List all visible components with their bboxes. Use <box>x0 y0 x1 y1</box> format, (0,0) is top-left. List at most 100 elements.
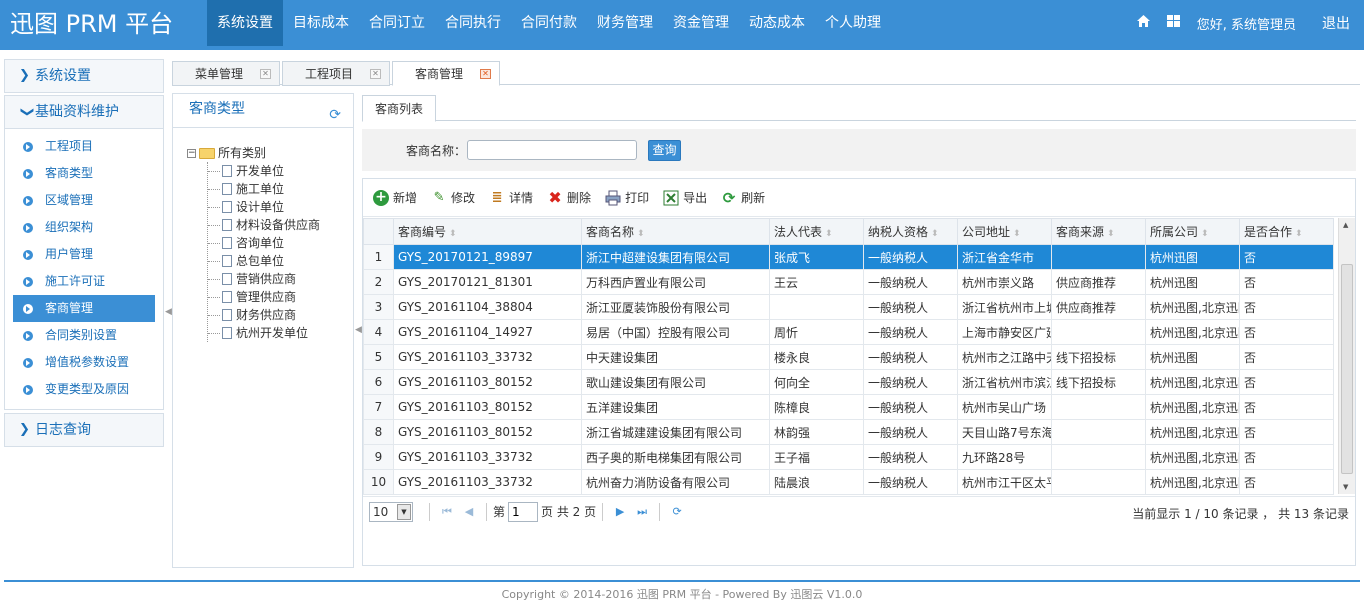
menu-item-org[interactable]: 组织架构 <box>13 214 155 241</box>
table-cell: 浙江省杭州市上城 <box>957 294 1052 320</box>
tree-node[interactable]: 材料设备供应商 <box>208 216 320 234</box>
collapse-left-icon[interactable]: ◀ <box>165 307 172 317</box>
tree-node[interactable]: 营销供应商 <box>208 270 320 288</box>
menu-item-permit[interactable]: 施工许可证 <box>13 268 155 295</box>
print-button[interactable]: 打印 <box>605 189 649 206</box>
menu-item-vat[interactable]: 增值税参数设置 <box>13 349 155 376</box>
tree-node[interactable]: 设计单位 <box>208 198 320 216</box>
menu-item-merchant[interactable]: 客商管理 <box>13 295 155 322</box>
topnav-item-finance[interactable]: 财务管理 <box>587 0 663 46</box>
close-icon[interactable]: ✕ <box>480 69 491 79</box>
menu-item-merchant-type[interactable]: 客商类型 <box>13 160 155 187</box>
column-header[interactable]: 公司地址 ⬍ <box>957 218 1052 245</box>
menu-head-basic[interactable]: ❯ 基础资料维护 <box>4 95 164 129</box>
menu-item-change-type[interactable]: 变更类型及原因 <box>13 376 155 403</box>
logout-link[interactable]: 退出 <box>1312 13 1364 33</box>
prev-page-icon[interactable]: ◀ <box>458 505 480 518</box>
scroll-down-icon[interactable]: ▼ <box>1343 483 1348 491</box>
tree-node[interactable]: 开发单位 <box>208 162 320 180</box>
menu-item-contract-category[interactable]: 合同类别设置 <box>13 322 155 349</box>
collapse-node-icon[interactable]: − <box>187 148 196 158</box>
delete-button[interactable]: ✖ 删除 <box>547 189 591 206</box>
menu-item-region[interactable]: 区域管理 <box>13 187 155 214</box>
tree-node[interactable]: 管理供应商 <box>208 288 320 306</box>
page-size-select[interactable]: 10 ▼ <box>369 501 413 522</box>
topnav-item-dynamic-cost[interactable]: 动态成本 <box>739 0 815 46</box>
app-title: 迅图 PRM 平台 <box>10 10 174 38</box>
topnav-item-contract-exec[interactable]: 合同执行 <box>435 0 511 46</box>
edit-button[interactable]: ✎ 修改 <box>431 189 475 206</box>
tab-menu-manage[interactable]: 菜单管理 ✕ <box>172 61 280 86</box>
table-row[interactable]: 9 GYS_20161103_33732 西子奥的斯电梯集团有限公司 王子福 一般纳税人… <box>363 444 1334 470</box>
table-row[interactable]: 10 GYS_20161103_33732 杭州奋力消防设备有限公司 陆晨浪 一般纳税人… <box>363 469 1334 495</box>
topnav-item-target-cost[interactable]: 目标成本 <box>283 0 359 46</box>
vertical-scrollbar[interactable]: ▲ ▼ <box>1338 218 1355 494</box>
file-icon <box>222 237 232 249</box>
add-button[interactable]: + 新增 <box>373 189 417 206</box>
close-icon[interactable]: ✕ <box>260 69 271 79</box>
topnav-item-contract-sign[interactable]: 合同订立 <box>359 0 435 46</box>
column-header[interactable]: 是否合作 ⬍ <box>1239 218 1334 245</box>
export-button[interactable]: 导出 <box>663 189 707 206</box>
table-cell: 否 <box>1239 344 1334 370</box>
first-page-icon[interactable]: ⏮ <box>436 505 458 519</box>
menu-head-log[interactable]: ❯ 日志查询 <box>4 413 164 447</box>
table-row[interactable]: 2 GYS_20170121_81301 万科西庐置业有限公司 王云 一般纳税人 杭州市崇… <box>363 269 1334 295</box>
tree-node[interactable]: 施工单位 <box>208 180 320 198</box>
row-number: 1 <box>363 244 394 270</box>
menu-item-project[interactable]: 工程项目 <box>13 133 155 160</box>
topnav-item-contract-pay[interactable]: 合同付款 <box>511 0 587 46</box>
grid-icon[interactable] <box>1159 15 1189 31</box>
header-right: 您好, 系统管理员 退出 <box>1129 0 1364 46</box>
arrow-circle-icon <box>23 277 33 287</box>
column-header[interactable]: 纳税人资格 ⬍ <box>863 218 958 245</box>
table-row[interactable]: 8 GYS_20161103_80152 浙江省城建建设集团有限公司 林韵强 一般纳税人… <box>363 419 1334 445</box>
close-icon[interactable]: ✕ <box>370 69 381 79</box>
table-row[interactable]: 5 GYS_20161103_33732 中天建设集团 楼永良 一般纳税人 杭州市之江路中… <box>363 344 1334 370</box>
column-header[interactable]: 客商名称 ⬍ <box>581 218 770 245</box>
tab-merchant-list[interactable]: 客商列表 <box>362 95 437 122</box>
column-header[interactable]: 所属公司 ⬍ <box>1145 218 1240 245</box>
reload-icon[interactable]: ⟳ <box>666 505 688 518</box>
collapse-tree-icon[interactable]: ◀ <box>355 325 362 335</box>
refresh-icon[interactable]: ⟳ <box>329 108 341 122</box>
topnav-item-assistant[interactable]: 个人助理 <box>815 0 891 46</box>
column-header[interactable]: 法人代表 ⬍ <box>769 218 864 245</box>
table-row[interactable]: 1 GYS_20170121_89897 浙江中超建设集团有限公司 张成飞 一般纳税人浙… <box>363 244 1334 270</box>
detail-button[interactable]: ≣ 详情 <box>489 189 533 206</box>
dropdown-arrow-icon[interactable]: ▼ <box>397 503 411 520</box>
table-cell: 天目山路7号东海 <box>957 419 1052 445</box>
tree-root[interactable]: − 所有类别 <box>187 144 320 162</box>
menu-head-system[interactable]: ❯ 系统设置 <box>4 59 164 93</box>
last-page-icon[interactable]: ⏭ <box>631 505 653 519</box>
table-row[interactable]: 4 GYS_20161104_14927 易居（中国）控股有限公司 周忻 一般纳税人 上海… <box>363 319 1334 345</box>
table-row[interactable]: 3 GYS_20161104_38804 浙江亚厦装饰股份有限公司 一般纳税人 浙江省杭… <box>363 294 1334 320</box>
search-label: 客商名称： <box>406 144 467 158</box>
next-page-icon[interactable]: ▶ <box>609 505 631 518</box>
query-button[interactable]: 查询 <box>648 140 681 161</box>
tab-merchant-manage[interactable]: 客商管理 ✕ <box>392 61 500 86</box>
tree-node[interactable]: 财务供应商 <box>208 306 320 324</box>
column-header[interactable]: 客商编号 ⬍ <box>393 218 582 245</box>
row-number: 5 <box>363 344 394 370</box>
scroll-up-icon[interactable]: ▲ <box>1343 221 1348 229</box>
tab-project[interactable]: 工程项目 ✕ <box>282 61 390 86</box>
topnav-item-system[interactable]: 系统设置 <box>207 0 283 46</box>
refresh-button[interactable]: ⟳ 刷新 <box>721 189 765 206</box>
tree-node[interactable]: 咨询单位 <box>208 234 320 252</box>
table-cell: GYS_20161104_14927 <box>393 319 582 345</box>
column-header[interactable]: 客商来源 ⬍ <box>1051 218 1146 245</box>
tree-node[interactable]: 杭州开发单位 <box>208 324 320 342</box>
topnav-item-fund[interactable]: 资金管理 <box>663 0 739 46</box>
page-number-input[interactable] <box>508 501 539 522</box>
menu-item-user[interactable]: 用户管理 <box>13 241 155 268</box>
home-icon[interactable] <box>1129 15 1159 31</box>
table-cell: 一般纳税人 <box>863 294 958 320</box>
scroll-thumb[interactable] <box>1341 264 1353 474</box>
table-row[interactable]: 6 GYS_20161103_80152 歌山建设集团有限公司 何向全 一般纳税人 浙江省… <box>363 369 1334 395</box>
table-row[interactable]: 7 GYS_20161103_80152 五洋建设集团 陈樟良 一般纳税人 杭州市吴山广场… <box>363 394 1334 420</box>
merchant-name-input[interactable] <box>467 140 637 160</box>
tree-node[interactable]: 总包单位 <box>208 252 320 270</box>
row-number: 8 <box>363 419 394 445</box>
table-cell: 陆晨浪 <box>769 469 864 495</box>
